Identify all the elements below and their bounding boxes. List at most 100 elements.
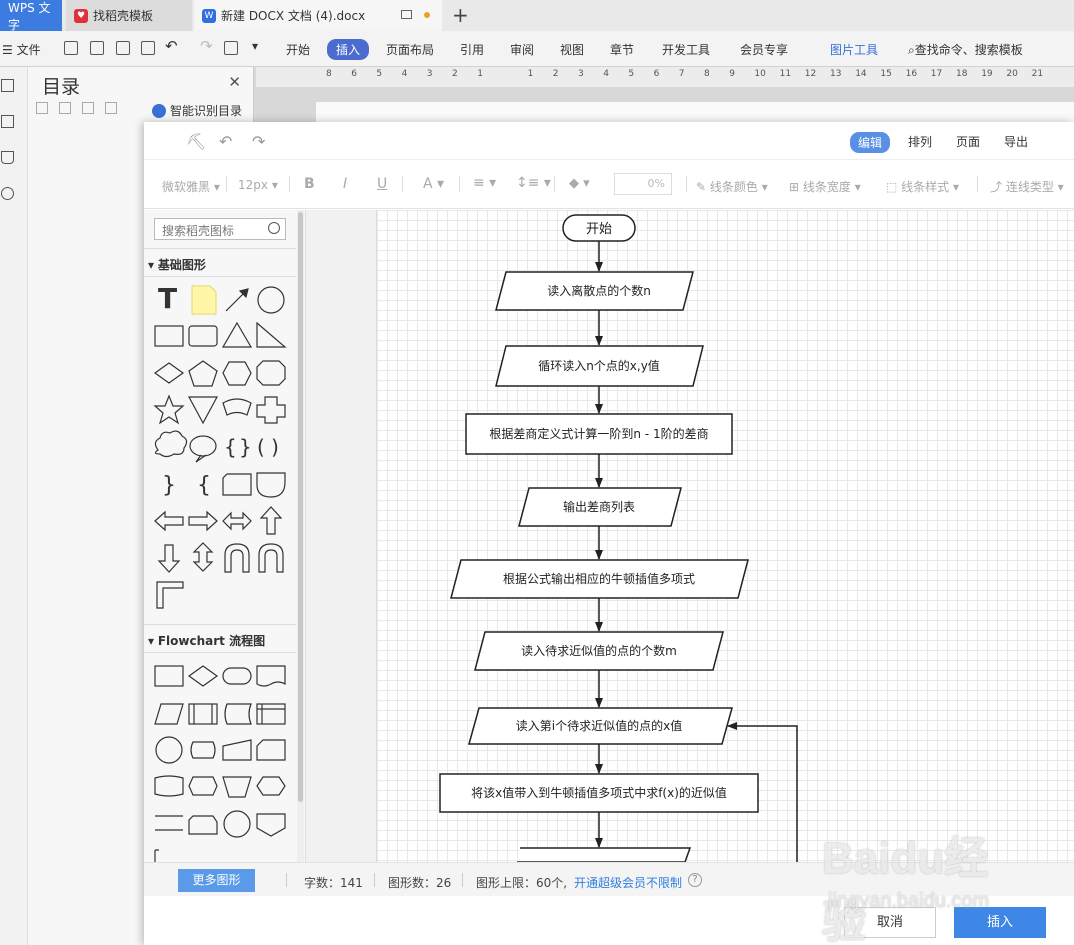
collapse-icon[interactable] <box>36 102 48 114</box>
upgrade-link[interactable]: 开通超级会员不限制 <box>574 874 682 891</box>
font-size-value: 12px <box>238 178 268 192</box>
library-scrollbar[interactable] <box>297 210 304 862</box>
tab-bar: WPS 文字 ♥ 找稻壳模板 W 新建 DOCX 文档 (4).docx + <box>0 0 1074 32</box>
flow-node-next[interactable] <box>517 847 692 862</box>
menu-member[interactable]: 会员专享 <box>740 41 788 58</box>
tab-daoke-templates[interactable]: ♥ 找稻壳模板 <box>66 0 192 31</box>
menu-picture-tools[interactable]: 图片工具 <box>830 41 878 58</box>
search-icon[interactable] <box>1 187 14 200</box>
ruler-tick-label: 4 <box>401 69 408 79</box>
manual-input-shape-icon <box>222 739 252 761</box>
banner-shape-icon <box>222 398 252 416</box>
monitor-icon[interactable] <box>401 10 412 19</box>
chapter-nav-icon[interactable] <box>1 115 14 128</box>
file-menu[interactable]: ☰ 文件 <box>2 41 41 58</box>
unsaved-dot-icon <box>424 12 430 18</box>
shape-count: 图形数：26 <box>388 876 452 890</box>
text-shape-icon: T <box>158 282 177 315</box>
ruler-tick-label: 3 <box>578 69 584 79</box>
remove-icon[interactable] <box>105 102 117 114</box>
u-turn-arrow-shape-icon <box>258 543 284 573</box>
more-shapes-button[interactable]: 更多图形 <box>178 869 255 892</box>
separator <box>402 176 403 192</box>
expand-icon[interactable] <box>59 102 71 114</box>
print-preview-icon[interactable] <box>141 41 155 55</box>
more-dropdown-icon[interactable]: ▾ <box>252 39 258 53</box>
help-icon[interactable]: ? <box>688 873 702 887</box>
predefined-process-shape-icon <box>188 703 218 725</box>
ruler-tick-label: 16 <box>905 69 918 79</box>
rounded-rectangle-shape-icon <box>188 325 218 347</box>
italic-button[interactable]: I <box>343 176 347 192</box>
scroll-thumb[interactable] <box>298 212 303 802</box>
corner-shape-icon <box>156 581 184 609</box>
connector-type-select[interactable]: ⤴ 连线类型 ▾ <box>990 178 1064 195</box>
watermark-brand: Baidu经验 <box>822 834 989 945</box>
smart-toc-button[interactable]: 智能识别目录 <box>152 102 242 119</box>
up-down-arrow-shape-icon <box>192 542 214 572</box>
ruler-tick-label: 10 <box>754 69 766 79</box>
cross-shape-icon <box>256 396 286 424</box>
font-size-select[interactable]: 12px ▾ <box>238 178 278 192</box>
tab-wps-writer[interactable]: WPS 文字 <box>0 0 62 32</box>
ruler-tick-label: 1 <box>477 69 483 79</box>
undo-icon[interactable]: ↶ <box>165 37 178 55</box>
menu-review[interactable]: 审阅 <box>510 41 534 58</box>
separator <box>286 873 287 887</box>
rectangle-shape-icon <box>154 325 184 347</box>
font-color-button[interactable]: A ▾ <box>423 176 444 192</box>
menu-start[interactable]: 开始 <box>286 41 310 58</box>
print-icon[interactable] <box>116 41 130 55</box>
add-icon[interactable] <box>82 102 94 114</box>
line-color-select[interactable]: ✎ 线条颜色 ▾ <box>696 178 768 195</box>
start-node-label: 开始 <box>586 222 612 237</box>
flowchart-diagram[interactable]: 开始 读入离散点的个数n 循环读入n个点的x,y值 根据差商定义式计算一阶到n … <box>377 210 1074 862</box>
navigation-icon[interactable] <box>1 79 14 92</box>
menu-chapter[interactable]: 章节 <box>610 41 634 58</box>
tab-edit[interactable]: 编辑 <box>850 132 891 153</box>
underline-button[interactable]: U <box>377 176 387 192</box>
baidu-watermark: Baidu经验 jingyan.baidu.com <box>822 822 1022 945</box>
tab-document[interactable]: W 新建 DOCX 文档 (4).docx <box>194 0 442 31</box>
diagram-canvas[interactable]: 开始 读入离散点的个数n 循环读入n个点的x,y值 根据差商定义式计算一阶到n … <box>377 210 1074 862</box>
fill-color-icon[interactable]: ◆ ▾ <box>569 176 590 191</box>
tab-export[interactable]: 导出 <box>1004 133 1028 150</box>
bold-button[interactable]: B <box>304 176 315 192</box>
line-width-select[interactable]: ⊞ 线条宽度 ▾ <box>789 178 861 195</box>
font-family-select[interactable]: 微软雅黑 ▾ <box>162 178 220 195</box>
close-icon[interactable]: ✕ <box>228 73 241 91</box>
ruler-tick-label: 5 <box>376 69 383 79</box>
menu-insert[interactable]: 插入 <box>327 39 370 60</box>
line-style-select[interactable]: ⬚ 线条样式 ▾ <box>886 178 959 195</box>
note-shape-icon <box>191 285 217 315</box>
menu-view[interactable]: 视图 <box>560 41 584 58</box>
flow-node-label: 将该x值带入到牛顿插值多项式中求f(x)的近似值 <box>471 785 727 800</box>
export-pdf-icon[interactable] <box>90 41 104 55</box>
menu-developer[interactable]: 开发工具 <box>662 41 710 58</box>
line-spacing-icon[interactable]: ↕≡ ▾ <box>516 175 551 191</box>
ruler-tick-label: 8 <box>704 69 710 79</box>
save-icon[interactable] <box>64 41 78 55</box>
opacity-input[interactable]: 0% <box>614 173 672 195</box>
align-icon[interactable]: ≡ ▾ <box>473 175 496 191</box>
bookmark-icon[interactable] <box>1 151 14 164</box>
menu-page-layout[interactable]: 页面布局 <box>386 41 434 58</box>
redo-icon[interactable]: ↷ <box>252 132 265 151</box>
menu-references[interactable]: 引用 <box>460 41 484 58</box>
ruler-tick-label: 17 <box>930 69 943 79</box>
format-painter-icon[interactable] <box>224 41 238 55</box>
tab-page[interactable]: 页面 <box>956 133 980 150</box>
tab-arrange[interactable]: 排列 <box>908 133 932 150</box>
writer-doc-icon: W <box>202 8 216 23</box>
undo-icon[interactable]: ↶ <box>219 132 232 151</box>
shape-palette[interactable]: T { } ( )} { <box>144 210 296 862</box>
command-search[interactable]: ⌕查找命令、搜索模板 <box>908 41 1023 58</box>
triangle-shape-icon <box>221 321 253 348</box>
ruler-tick-label: 19 <box>981 69 993 79</box>
format-painter-icon[interactable]: ⛏ <box>186 132 206 151</box>
process-shape-icon <box>154 665 184 687</box>
flow-node-label: 循环读入n个点的x,y值 <box>538 358 660 373</box>
redo-icon[interactable]: ↷ <box>200 37 213 55</box>
new-tab-plus-icon[interactable]: + <box>452 3 469 27</box>
brace-right-icon: } <box>239 435 252 459</box>
